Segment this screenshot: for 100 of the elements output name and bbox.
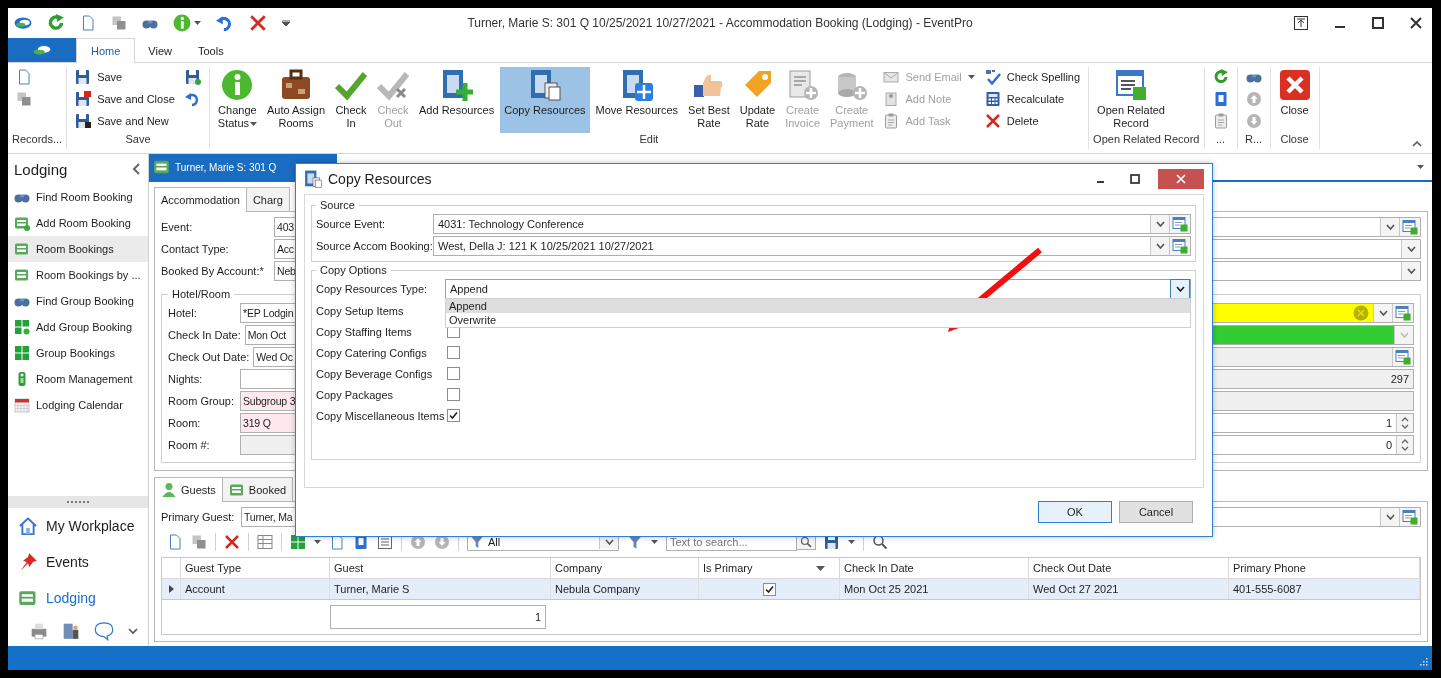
- table-cell: Turner, Marie S: [330, 579, 551, 599]
- undo-icon: [184, 91, 201, 107]
- ribbon-button[interactable]: Add Resources: [415, 67, 499, 133]
- undo-icon[interactable]: [216, 14, 234, 32]
- ribbon-button[interactable]: Recalculate: [984, 89, 1081, 109]
- building-icon[interactable]: [62, 622, 80, 640]
- tab[interactable]: Charg: [245, 187, 290, 211]
- copy-icon[interactable]: [111, 15, 127, 31]
- spin-button[interactable]: [1396, 436, 1413, 454]
- dropdown-icon: [1175, 286, 1185, 292]
- spin-button[interactable]: [1396, 414, 1413, 432]
- document-icon[interactable]: [167, 534, 183, 550]
- chevron-down-icon[interactable]: [128, 627, 138, 635]
- dialog-button[interactable]: Cancel: [1119, 501, 1193, 523]
- search-icon[interactable]: [872, 534, 888, 550]
- sidebar-item[interactable]: Add Group Booking: [8, 314, 148, 340]
- group-title: Source: [319, 199, 356, 211]
- close-button[interactable]: [1158, 169, 1204, 189]
- navigation-item[interactable]: Lodging: [8, 580, 148, 616]
- tab[interactable]: Guests: [154, 477, 223, 502]
- navigation-item[interactable]: Events: [8, 544, 148, 580]
- sidebar-item[interactable]: Find Room Booking: [8, 184, 148, 210]
- checkbox[interactable]: [762, 582, 776, 596]
- note-icon: [883, 91, 900, 107]
- cabinet-icon: [440, 69, 473, 101]
- document-icon[interactable]: [329, 534, 345, 550]
- table-icon[interactable]: [257, 534, 273, 550]
- filter-dropdown-icon[interactable]: [816, 565, 825, 571]
- field-label: Nights:: [168, 373, 204, 385]
- ribbon-button[interactable]: Close: [1274, 67, 1315, 133]
- ribbon-button[interactable]: Save and Close: [75, 89, 175, 109]
- combo-box[interactable]: Append: [445, 279, 1191, 299]
- group-label: Edit: [638, 133, 660, 147]
- customize-icon[interactable]: [282, 20, 290, 26]
- combo-box[interactable]: 4031: Technology Conference: [433, 214, 1191, 234]
- checkbox[interactable]: [447, 409, 460, 422]
- close-icon[interactable]: [1410, 17, 1422, 29]
- sidebar-item[interactable]: Find Group Booking: [8, 288, 148, 314]
- person-icon: [161, 482, 177, 498]
- dialog-button[interactable]: OK: [1038, 501, 1112, 523]
- bed-icon: [18, 588, 38, 608]
- copy-icon[interactable]: [191, 534, 207, 550]
- checkbox[interactable]: [447, 367, 460, 380]
- sidebar-item[interactable]: Room Bookings by ...: [8, 262, 148, 288]
- ribbon-button[interactable]: Check Spelling: [984, 67, 1081, 87]
- sidebar-item[interactable]: Add Room Booking: [8, 210, 148, 236]
- tab[interactable]: Accommodation: [154, 187, 247, 212]
- resize-grip-icon[interactable]: [1419, 657, 1428, 666]
- application-button[interactable]: [8, 38, 76, 62]
- ribbon-display-icon[interactable]: [1294, 16, 1308, 30]
- sidebar-item[interactable]: Room Management: [8, 366, 148, 392]
- ribbon-button[interactable]: Check In: [331, 67, 371, 133]
- ribbon-button[interactable]: Save and New: [75, 111, 175, 131]
- sidebar-item[interactable]: Lodging Calendar: [8, 392, 148, 418]
- group-title: Copy Options: [319, 264, 388, 276]
- ribbon-tab[interactable]: View: [135, 38, 185, 63]
- sidebar-item[interactable]: Group Bookings: [8, 340, 148, 366]
- ribbon-button[interactable]: Delete: [984, 111, 1081, 131]
- ribbon-button[interactable]: Move Resources: [591, 67, 683, 133]
- ribbon-button[interactable]: Copy Resources: [500, 67, 590, 133]
- grid-icon: [14, 319, 30, 335]
- collapse-icon[interactable]: [132, 163, 140, 175]
- info-icon[interactable]: [173, 14, 191, 32]
- bed-icon: [14, 267, 30, 283]
- navigation-item[interactable]: My Workplace: [8, 508, 148, 544]
- ribbon-tab[interactable]: Tools: [185, 38, 237, 63]
- ribbon-button[interactable]: Set Best Rate: [684, 67, 734, 133]
- printer-icon[interactable]: [30, 622, 48, 640]
- ribbon-button[interactable]: Update Rate: [735, 67, 780, 133]
- spin-arrows-icon: [1401, 438, 1409, 452]
- document-icon[interactable]: [80, 15, 96, 31]
- tab[interactable]: Booked: [221, 477, 294, 501]
- refresh-icon[interactable]: [47, 14, 65, 32]
- dropdown-option[interactable]: Overwrite: [446, 313, 1190, 327]
- dropdown-option[interactable]: Append: [446, 299, 1190, 313]
- ribbon-icon-button[interactable]: [1212, 111, 1229, 131]
- ribbon-button[interactable]: Open Related Record: [1093, 67, 1169, 133]
- lookup-icon: [1395, 349, 1411, 365]
- ribbon-icon-button[interactable]: [184, 67, 201, 87]
- speech-bubble-icon[interactable]: [94, 621, 114, 641]
- ribbon-icon-button[interactable]: [16, 67, 32, 87]
- ribbon-button[interactable]: Save: [75, 67, 175, 87]
- checkbox[interactable]: [447, 346, 460, 359]
- check-icon: [377, 69, 409, 101]
- lookup-icon: [1172, 216, 1188, 232]
- group-label: Open Related Record: [1093, 133, 1200, 147]
- logo-icon[interactable]: [14, 14, 32, 32]
- ribbon-tab[interactable]: Home: [76, 38, 136, 63]
- ribbon-button[interactable]: Auto Assign Rooms: [262, 67, 329, 133]
- checkbox[interactable]: [447, 388, 460, 401]
- delete-icon[interactable]: [249, 14, 267, 32]
- combo-box[interactable]: West, Della J: 121 K 10/25/2021 10/27/2021: [433, 236, 1191, 256]
- collapse-ribbon-icon[interactable]: [1412, 141, 1422, 147]
- maximize-icon[interactable]: [1130, 174, 1140, 184]
- ribbon-button[interactable]: Change Status: [213, 67, 261, 133]
- delete-icon[interactable]: [224, 534, 240, 550]
- maximize-icon[interactable]: [1372, 17, 1384, 29]
- sidebar-item[interactable]: Room Bookings: [8, 236, 148, 262]
- spin-arrows-icon: [1401, 416, 1409, 430]
- grid-icon[interactable]: [290, 534, 306, 550]
